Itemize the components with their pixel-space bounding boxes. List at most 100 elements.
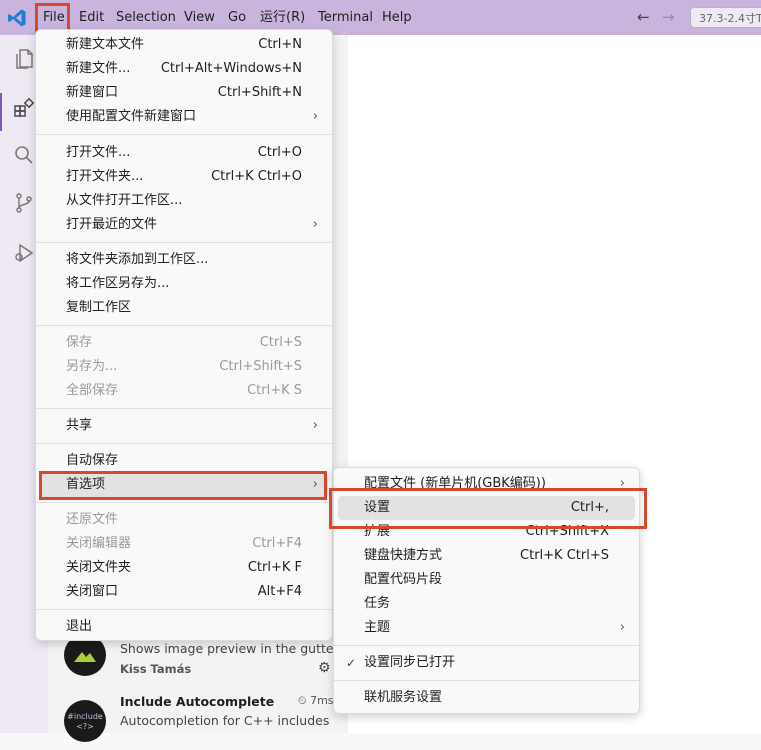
menu-item-label: 复制工作区 — [66, 300, 132, 315]
menu-item-label: 自动保存 — [66, 453, 119, 468]
menu-item-close-window[interactable]: 关闭窗口 Alt+F4 — [40, 580, 328, 604]
menu-item-save-as: 另存为... Ctrl+Shift+S — [40, 355, 328, 379]
menu-item-label: 设置同步已打开 — [364, 655, 456, 670]
chevron-right-icon: › — [312, 418, 318, 433]
preferences-submenu: 配置文件 (新单片机(GBK编码)) › 设置 Ctrl+, 扩展 Ctrl+Shif… — [333, 467, 640, 714]
menu-item-label: 共享 — [66, 418, 93, 433]
menu-item-save-workspace-as[interactable]: 将工作区另存为... — [40, 272, 328, 296]
menu-separator — [334, 645, 639, 646]
menu-item-label: 打开最近的文件 — [66, 217, 158, 232]
menu-item-configure-snippets[interactable]: 配置代码片段 — [338, 568, 635, 592]
menu-separator — [36, 502, 332, 503]
menu-item-label: 配置文件 (新单片机(GBK编码)) — [364, 476, 546, 491]
extension-title: Include Autocomplete — [120, 694, 275, 709]
menu-item-label: 联机服务设置 — [364, 690, 443, 705]
menu-item-label: 任务 — [364, 596, 391, 611]
menu-item-shortcut: Ctrl+N — [258, 37, 302, 52]
file-menu: 新建文本文件 Ctrl+N 新建文件... Ctrl+Alt+Windows+N 新… — [35, 29, 333, 641]
menu-separator — [36, 443, 332, 444]
menu-item-open-folder[interactable]: 打开文件夹... Ctrl+K Ctrl+O — [40, 165, 328, 189]
menu-item-close-editor: 关闭编辑器 Ctrl+F4 — [40, 532, 328, 556]
menu-item-label: 将工作区另存为... — [66, 276, 170, 291]
active-view-indicator — [0, 93, 2, 131]
menu-item-label: 首选项 — [66, 477, 106, 492]
menu-item-label: 全部保存 — [66, 383, 119, 398]
menu-item-shortcut: Alt+F4 — [257, 584, 302, 599]
menu-item-open-recent[interactable]: 打开最近的文件 › — [40, 213, 328, 237]
menu-item-label: 关闭文件夹 — [66, 560, 132, 575]
menu-item-save: 保存 Ctrl+S — [40, 331, 328, 355]
menu-item-shortcut: Ctrl+K Ctrl+S — [520, 548, 609, 563]
menu-item-label: 主题 — [364, 620, 391, 635]
vscode-logo-icon — [8, 9, 26, 27]
menu-item-duplicate-workspace[interactable]: 复制工作区 — [40, 296, 328, 320]
menu-item-shortcut: Ctrl+K S — [247, 383, 302, 398]
menu-item-close-folder[interactable]: 关闭文件夹 Ctrl+K F — [40, 556, 328, 580]
menu-help[interactable]: Help — [382, 0, 412, 35]
menu-item-shortcut: Ctrl+O — [257, 145, 302, 160]
menu-separator — [36, 134, 332, 135]
menu-item-themes[interactable]: 主题 › — [338, 616, 635, 640]
activation-time: ⏲ 7ms — [298, 694, 334, 708]
checkmark-icon: ✓ — [346, 656, 357, 670]
menu-item-new-window-with-profile[interactable]: 使用配置文件新建窗口 › — [40, 105, 328, 129]
explorer-icon[interactable] — [12, 47, 36, 71]
menu-item-new-text-file[interactable]: 新建文本文件 Ctrl+N — [40, 33, 328, 57]
menu-item-new-file[interactable]: 新建文件... Ctrl+Alt+Windows+N — [40, 57, 328, 81]
menu-item-extensions[interactable]: 扩展 Ctrl+Shift+X — [338, 520, 635, 544]
menu-separator — [36, 325, 332, 326]
forward-arrow-icon[interactable]: → — [662, 8, 675, 26]
menu-item-auto-save[interactable]: 自动保存 — [40, 449, 328, 473]
extensions-icon[interactable] — [12, 96, 36, 120]
menu-item-label: 设置 — [364, 500, 391, 515]
menu-item-shortcut: Ctrl+Shift+S — [219, 359, 302, 374]
menu-item-label: 使用配置文件新建窗口 — [66, 109, 197, 124]
menu-item-open-file[interactable]: 打开文件... Ctrl+O — [40, 141, 328, 165]
run-debug-icon[interactable] — [12, 241, 36, 265]
menu-item-label: 扩展 — [364, 524, 391, 539]
menu-item-label: 将文件夹添加到工作区... — [66, 252, 209, 267]
menu-item-label: 另存为... — [66, 359, 118, 374]
menu-item-save-all: 全部保存 Ctrl+K S — [40, 379, 328, 403]
menu-item-new-window[interactable]: 新建窗口 Ctrl+Shift+N — [40, 81, 328, 105]
menu-item-add-folder-to-workspace[interactable]: 将文件夹添加到工作区... — [40, 248, 328, 272]
extension-item[interactable]: #include <?> Include Autocomplete Autoco… — [48, 690, 348, 750]
menu-item-settings-sync[interactable]: ✓ 设置同步已打开 — [338, 651, 635, 675]
menu-item-settings[interactable]: 设置 Ctrl+, — [338, 496, 635, 520]
menu-item-label: 关闭窗口 — [66, 584, 119, 599]
menu-item-shortcut: Ctrl+Shift+N — [217, 85, 302, 100]
menu-item-exit[interactable]: 退出 — [40, 615, 328, 639]
search-icon[interactable] — [12, 143, 36, 167]
menu-item-shortcut: Ctrl+K F — [247, 560, 302, 575]
menu-item-preferences[interactable]: 首选项 › — [40, 473, 328, 497]
menu-item-shortcut: Ctrl+Alt+Windows+N — [160, 61, 302, 76]
menu-item-online-services[interactable]: 联机服务设置 — [338, 686, 635, 710]
menu-item-label: 保存 — [66, 335, 93, 350]
back-arrow-icon[interactable]: ← — [637, 8, 650, 26]
extension-description: Shows image preview in the gutter ... — [120, 641, 355, 656]
chevron-right-icon: › — [619, 620, 625, 635]
menu-separator — [36, 242, 332, 243]
gear-icon[interactable]: ⚙ — [318, 660, 331, 676]
extension-description: Autocompletion for C++ includes — [120, 713, 330, 728]
chevron-right-icon: › — [312, 109, 318, 124]
menu-item-open-workspace[interactable]: 从文件打开工作区... — [40, 189, 328, 213]
extension-avatar: #include <?> — [64, 700, 106, 742]
command-center-search[interactable]: 37.3-2.4寸TF — [690, 7, 761, 28]
menu-item-keyboard-shortcuts[interactable]: 键盘快捷方式 Ctrl+K Ctrl+S — [338, 544, 635, 568]
menu-item-profile[interactable]: 配置文件 (新单片机(GBK编码)) › — [338, 472, 635, 496]
menu-item-share[interactable]: 共享 › — [40, 414, 328, 438]
menu-item-label: 配置代码片段 — [364, 572, 443, 587]
source-control-icon[interactable] — [12, 191, 36, 215]
menu-item-shortcut: Ctrl+K Ctrl+O — [211, 169, 302, 184]
menu-separator — [36, 408, 332, 409]
menu-item-tasks[interactable]: 任务 — [338, 592, 635, 616]
menu-item-shortcut: Ctrl+F4 — [252, 536, 302, 551]
menu-item-label: 新建窗口 — [66, 85, 119, 100]
menu-item-label: 还原文件 — [66, 512, 119, 527]
menu-item-label: 打开文件夹... — [66, 169, 144, 184]
menu-item-label: 关闭编辑器 — [66, 536, 132, 551]
menu-item-label: 新建文件... — [66, 61, 131, 76]
menu-item-label: 键盘快捷方式 — [364, 548, 443, 563]
chevron-right-icon: › — [619, 476, 625, 491]
